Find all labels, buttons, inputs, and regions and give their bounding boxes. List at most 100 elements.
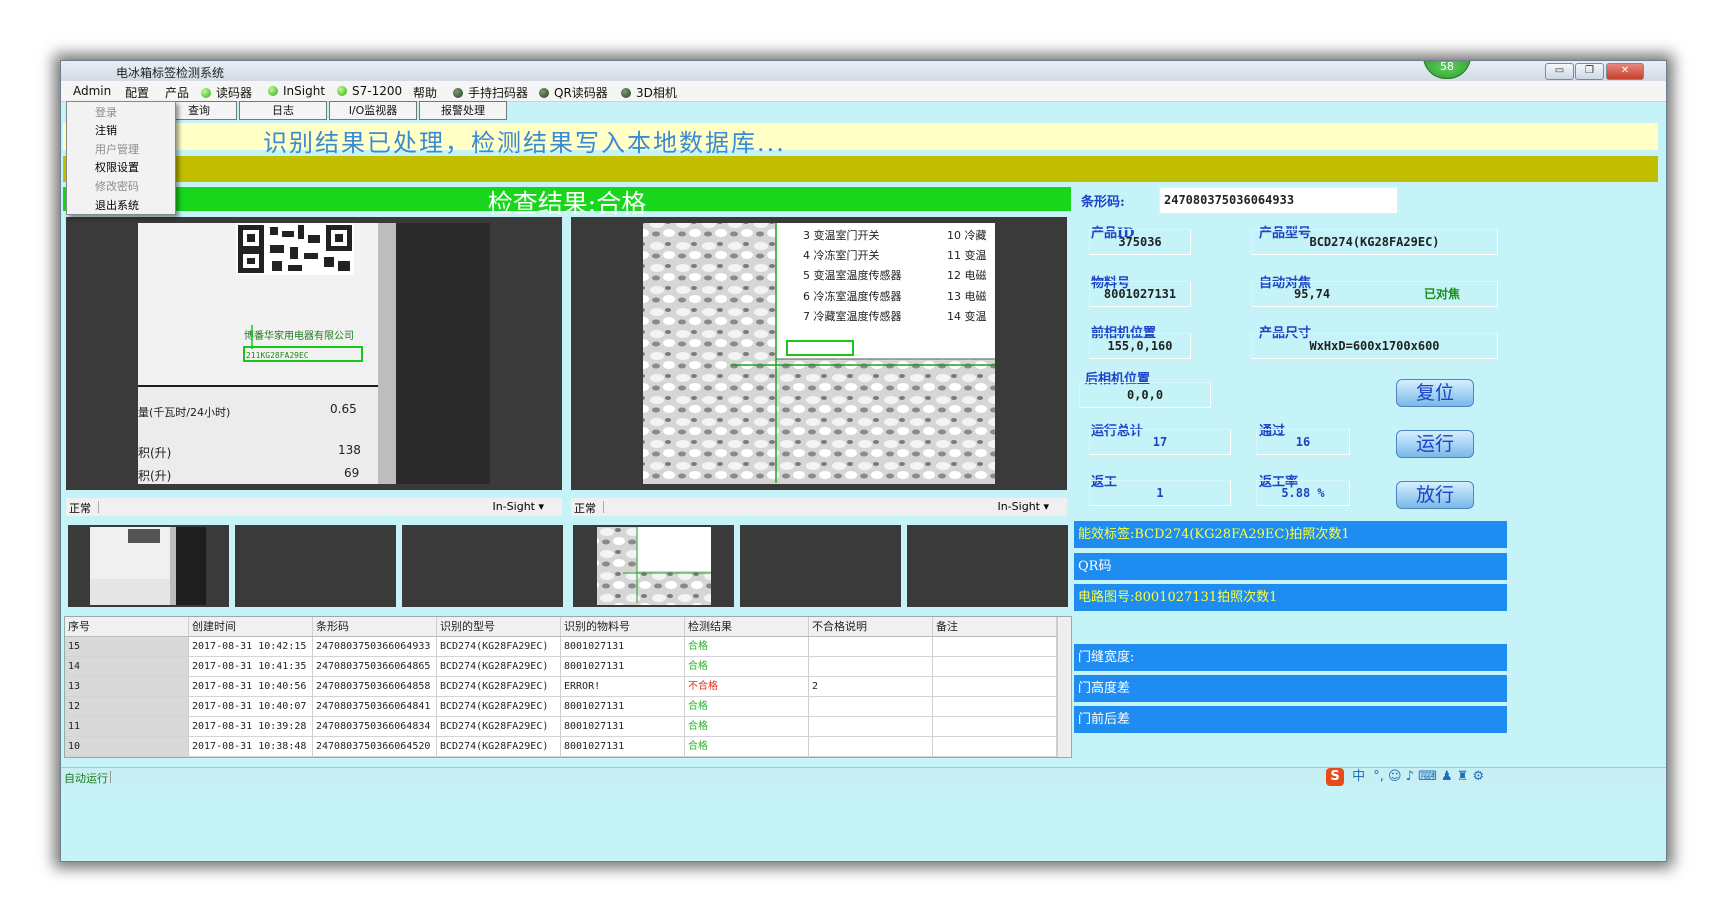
menu-3d-camera[interactable]: 3D相机 [621, 84, 677, 101]
col-header[interactable]: 创建时间 [189, 617, 313, 636]
message-bar: 识别结果已处理，检测结果写入本地数据库... [63, 123, 1658, 157]
run-button[interactable]: 运行 [1396, 430, 1474, 458]
product-model-value: BCD274(KG28FA29EC) [1251, 229, 1498, 255]
right-camera-selector[interactable]: In-Sight ▾ [997, 500, 1049, 513]
qr-code-bar: QR码 [1074, 553, 1507, 580]
status-led-icon [621, 88, 631, 98]
table-cell: 2470803750366064933 [313, 637, 437, 656]
io-item: 10 冷藏 [947, 229, 987, 242]
table-cell: 2470803750366064865 [313, 657, 437, 676]
io-item: 6 冷冻室温度传感器 [803, 289, 902, 303]
io-item: 3 变温室门开关 [803, 228, 880, 242]
model-code-label: 211KG28FA29EC [246, 351, 309, 360]
io-item: 7 冷藏室温度传感器 [803, 309, 902, 323]
left-camera-view: 博番华家用电器有限公司 211KG28FA29EC 量(千瓦时/24小时) 0.… [66, 217, 562, 490]
menu-item-login[interactable]: 登录 [95, 104, 117, 120]
menu-s7-1200[interactable]: S7-1200 [337, 84, 402, 98]
menu-item-logout[interactable]: 注销 [95, 122, 117, 138]
left-camera-selector[interactable]: In-Sight ▾ [492, 500, 544, 513]
result-banner: 检查结果:合格 [63, 187, 1071, 218]
table-cell: BCD274(KG28FA29EC) [437, 737, 561, 756]
menu-insight[interactable]: InSight [268, 84, 325, 98]
thumbnail-left-2[interactable] [235, 525, 396, 607]
ime-logo-icon[interactable]: S [1326, 768, 1344, 786]
progress-bar [63, 156, 1658, 182]
table-cell: 2017-08-31 10:39:28 [189, 717, 313, 736]
menu-help[interactable]: 帮助 [413, 84, 437, 101]
thumbnail-right-1[interactable] [573, 525, 734, 607]
restore-button[interactable]: ❐ [1575, 63, 1604, 80]
thumbnail-left-3[interactable] [402, 525, 563, 607]
menu-item-exit[interactable]: 退出系统 [95, 197, 139, 213]
menu-qr-reader[interactable]: QR读码器 [539, 84, 608, 101]
thumbnail-right-3[interactable] [907, 525, 1068, 607]
table-row[interactable]: 11 2017-08-31 10:39:28 2470803750366064834… [65, 717, 1057, 737]
table-cell: 合格 [685, 697, 809, 716]
table-cell: 8001027131 [561, 637, 685, 656]
ime-language[interactable]: 中 [1352, 769, 1365, 784]
menu-product[interactable]: 产品 [165, 84, 189, 101]
table-row[interactable]: 13 2017-08-31 10:40:56 2470803750366064858… [65, 677, 1057, 697]
col-header[interactable]: 序号 [65, 617, 189, 636]
table-row[interactable]: 14 2017-08-31 10:41:35 2470803750366064865… [65, 657, 1057, 677]
minimize-button[interactable]: ▭ [1545, 63, 1574, 80]
menu-handheld-scanner[interactable]: 手持扫码器 [453, 84, 528, 101]
table-cell [933, 657, 1057, 676]
thumbnail-image [597, 527, 711, 605]
col-header[interactable]: 识别的型号 [437, 617, 561, 636]
menu-admin[interactable]: Admin [73, 84, 111, 98]
admin-dropdown-menu: 登录 注销 用户管理 权限设置 修改密码 退出系统 [66, 101, 176, 215]
alarm-button[interactable]: 报警处理 [419, 101, 507, 120]
col-header[interactable]: 条形码 [313, 617, 437, 636]
table-cell: 14 [65, 657, 189, 676]
table-cell: BCD274(KG28FA29EC) [437, 677, 561, 696]
col-header[interactable]: 不合格说明 [809, 617, 933, 636]
table-cell: 15 [65, 637, 189, 656]
barcode-label: 条形码: [1081, 195, 1125, 210]
io-monitor-button[interactable]: I/O监视器 [329, 101, 417, 120]
col-header[interactable]: 检测结果 [685, 617, 809, 636]
thumbnail-right-2[interactable] [740, 525, 901, 607]
table-row[interactable]: 15 2017-08-31 10:42:15 2470803750366064933… [65, 637, 1057, 657]
table-cell: 8001027131 [561, 737, 685, 756]
table-row[interactable]: 12 2017-08-31 10:40:07 2470803750366064841… [65, 697, 1057, 717]
table-cell [933, 637, 1057, 656]
barcode-field[interactable]: 247080375036064933 [1159, 187, 1397, 213]
product-id-value: 375036 [1089, 229, 1191, 255]
menu-reader[interactable]: 读码器 [201, 84, 252, 101]
menu-item-permissions[interactable]: 权限设置 [95, 159, 139, 175]
thumbnail-image [90, 527, 206, 605]
product-size-value: WxHxD=600x1700x600 [1251, 333, 1498, 359]
menu-item-change-password[interactable]: 修改密码 [95, 178, 139, 194]
total-run-value: 17 [1089, 429, 1231, 455]
result-text: 检查结果:合格 [487, 189, 647, 218]
table-scrollbar[interactable] [1057, 617, 1071, 757]
pass-value: 16 [1256, 429, 1350, 455]
col-header[interactable]: 备注 [933, 617, 1057, 636]
table-cell: ERROR! [561, 677, 685, 696]
main-window: 电冰箱标签检测系统 ▭ ❐ ✕ 58 Admin 配置 产品 读码器 InSig… [60, 60, 1667, 862]
col-header[interactable]: 识别的物料号 [561, 617, 685, 636]
io-item: 5 变温室温度传感器 [803, 268, 902, 282]
table-cell: 2 [809, 677, 933, 696]
table-cell: 11 [65, 717, 189, 736]
menu-item-user-management[interactable]: 用户管理 [95, 141, 139, 157]
reset-button[interactable]: 复位 [1396, 379, 1474, 407]
left-view-status: 正常 [69, 502, 91, 515]
table-cell: 2470803750366064858 [313, 677, 437, 696]
ime-tools-icon[interactable]: °, ☺ ♪ ⌨ ♟ ♜ ⚙ [1373, 769, 1484, 784]
left-camera-image: 博番华家用电器有限公司 211KG28FA29EC 量(千瓦时/24小时) 0.… [138, 223, 490, 484]
table-cell [933, 717, 1057, 736]
close-button[interactable]: ✕ [1606, 63, 1644, 80]
menu-config[interactable]: 配置 [125, 84, 149, 101]
thumbnail-left-1[interactable] [68, 525, 229, 607]
table-cell: 2470803750366064834 [313, 717, 437, 736]
status-led-icon [453, 88, 463, 98]
table-cell: 8001027131 [561, 697, 685, 716]
table-row[interactable]: 10 2017-08-31 10:38:48 2470803750366064520… [65, 737, 1057, 757]
right-camera-image: 3 变温室门开关 4 冷冻室门开关 5 变温室温度传感器 6 冷冻室温度传感器 … [643, 223, 995, 484]
table-cell: 10 [65, 737, 189, 756]
release-button[interactable]: 放行 [1396, 481, 1474, 509]
results-table: 序号 创建时间 条形码 识别的型号 识别的物料号 检测结果 不合格说明 备注 1… [64, 616, 1072, 758]
log-button[interactable]: 日志 [239, 101, 327, 120]
